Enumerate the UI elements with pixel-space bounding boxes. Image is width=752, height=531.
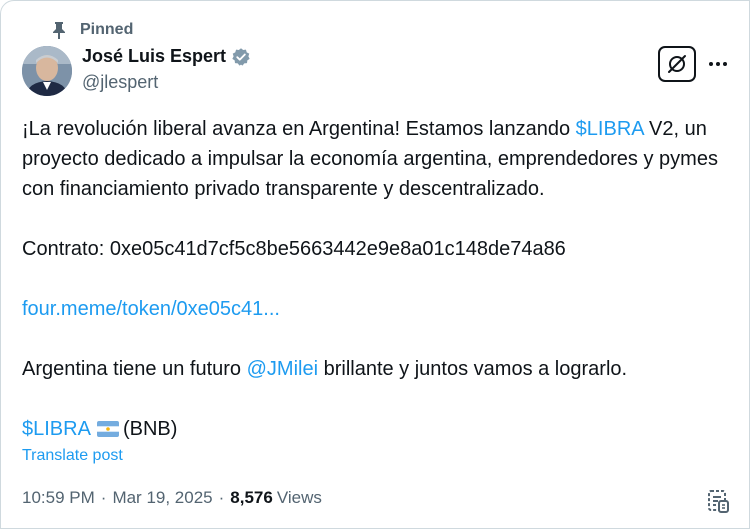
analytics-icon[interactable] bbox=[706, 488, 730, 514]
separator-dot: · bbox=[218, 488, 225, 507]
more-icon bbox=[709, 62, 727, 66]
post-text-segment: Argentina tiene un futuro bbox=[22, 358, 247, 380]
author-name[interactable]: José Luis Espert bbox=[82, 46, 226, 67]
avatar-image bbox=[22, 46, 72, 96]
post-meta: 10:59 PM · Mar 19, 2025 · 8,576 Views bbox=[22, 488, 322, 508]
pin-icon bbox=[53, 22, 65, 39]
token-link[interactable]: four.meme/token/0xe05c41... bbox=[22, 298, 280, 320]
argentina-flag-icon bbox=[96, 421, 119, 437]
post-time[interactable]: 10:59 PM bbox=[22, 488, 95, 508]
cashtag-libra-link[interactable]: $LIBRA bbox=[576, 118, 644, 140]
mention-jmilei-link[interactable]: @JMilei bbox=[247, 358, 318, 380]
grok-icon bbox=[668, 55, 686, 73]
pinned-indicator: Pinned bbox=[52, 19, 133, 41]
verified-badge-icon[interactable] bbox=[231, 47, 251, 67]
post-contract: Contrato: 0xe05c41d7cf5c8be5663442e9e8a0… bbox=[22, 238, 566, 260]
avatar[interactable] bbox=[22, 46, 72, 96]
post-text-segment: (BNB) bbox=[122, 418, 178, 440]
post-text-segment: brillante y juntos vamos a lograrlo. bbox=[318, 358, 628, 380]
translate-post-link[interactable]: Translate post bbox=[22, 447, 123, 465]
post-text-segment: ¡La revolución liberal avanza en Argenti… bbox=[22, 118, 576, 140]
separator-dot: · bbox=[100, 488, 107, 507]
pinned-label: Pinned bbox=[80, 21, 134, 38]
author-handle[interactable]: @jlespert bbox=[82, 72, 158, 93]
cashtag-libra-link-2[interactable]: $LIBRA bbox=[22, 418, 91, 440]
views-label: Views bbox=[276, 488, 322, 507]
post-paragraph-cashtag: $LIBRA (BNB) bbox=[22, 414, 737, 444]
post-paragraph-intro: ¡La revolución liberal avanza en Argenti… bbox=[22, 114, 737, 204]
author-name-row[interactable]: José Luis Espert bbox=[82, 46, 251, 67]
post-text: ¡La revolución liberal avanza en Argenti… bbox=[22, 114, 737, 444]
post-paragraph-future: Argentina tiene un futuro @JMilei brilla… bbox=[22, 354, 737, 384]
views-count: 8,576 bbox=[230, 488, 273, 507]
more-options-button[interactable] bbox=[706, 56, 730, 72]
post-date[interactable]: Mar 19, 2025 bbox=[112, 488, 212, 508]
grok-button[interactable] bbox=[658, 46, 696, 82]
